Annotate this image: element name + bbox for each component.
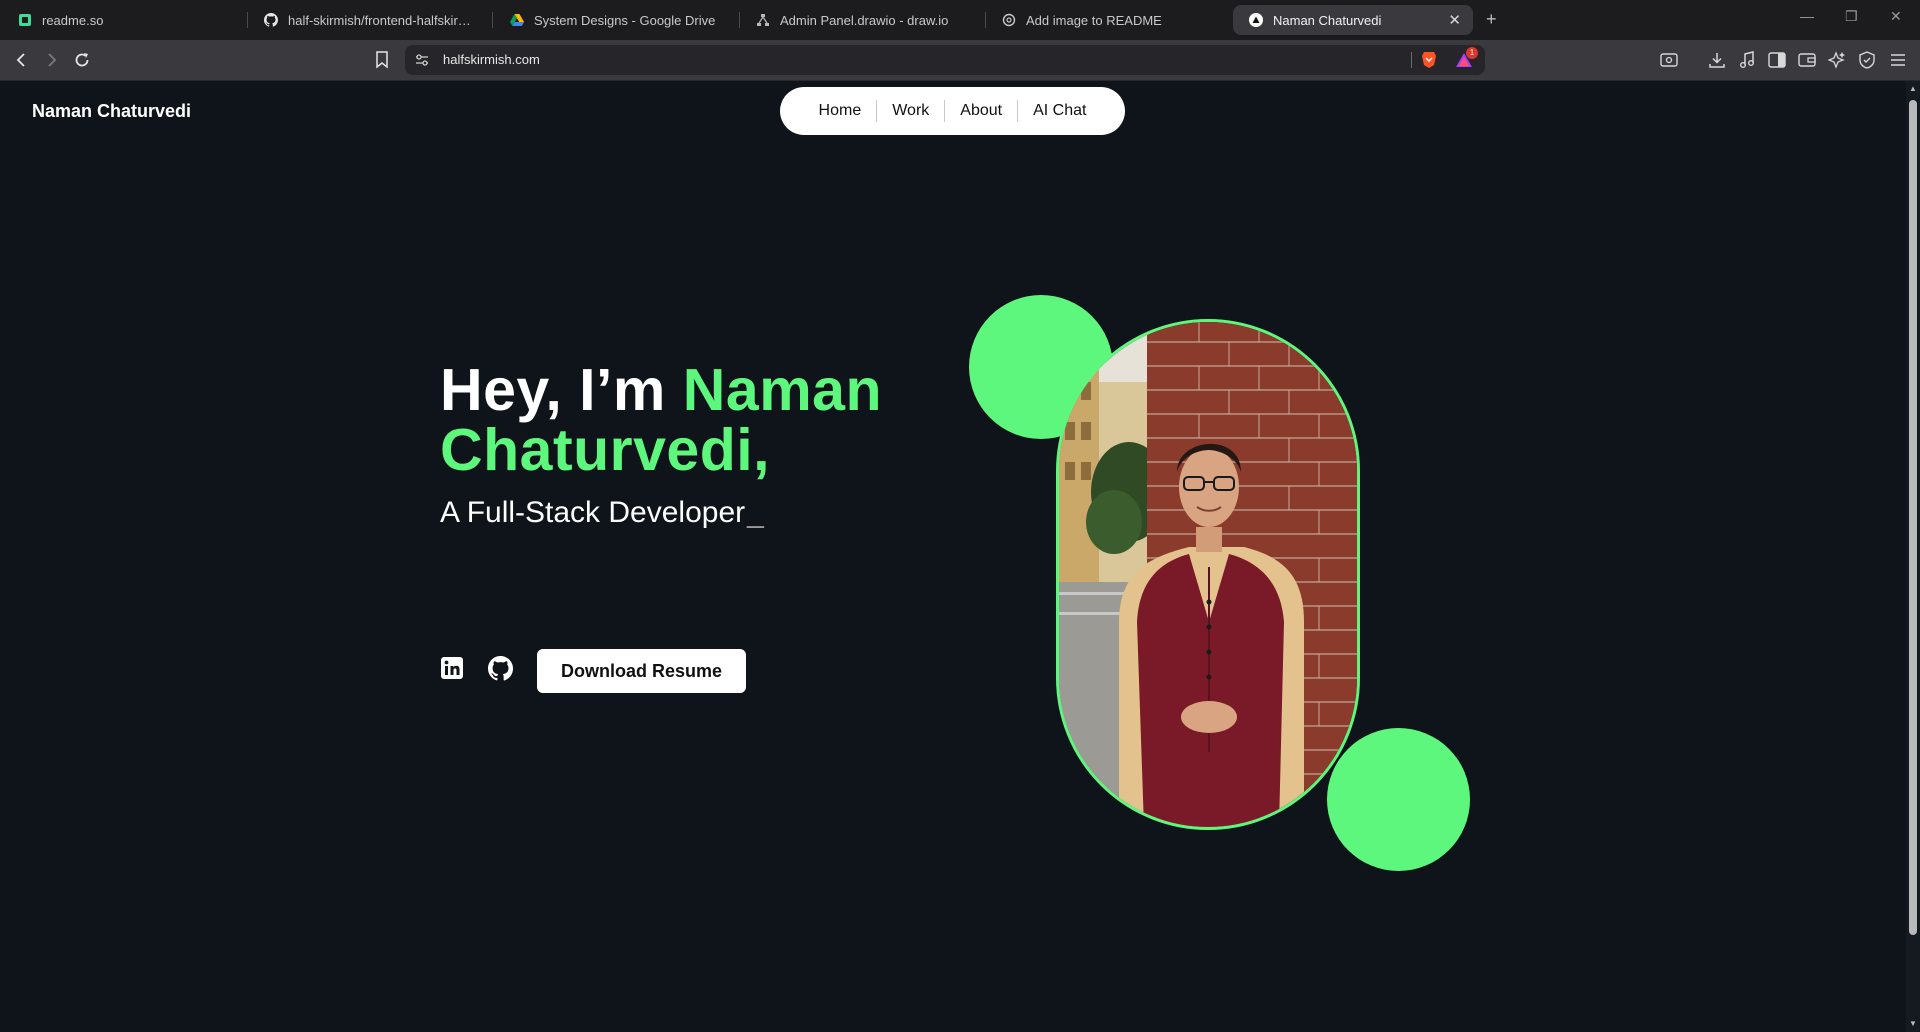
nav-ai-chat[interactable]: AI Chat (1018, 102, 1101, 120)
hero-heading: Hey, I’m Naman Chaturvedi, (440, 360, 1000, 480)
hero-greeting: Hey, I’m (440, 357, 683, 423)
hero-name-last: Chaturvedi, (440, 417, 771, 483)
tab-chatgpt[interactable]: Add image to README (986, 5, 1226, 35)
restore-window-icon[interactable]: ❐ (1845, 8, 1858, 25)
back-button[interactable] (10, 48, 34, 72)
site-brand[interactable]: Naman Chaturvedi (32, 101, 191, 122)
screenshot-icon[interactable] (1659, 50, 1679, 70)
download-icon[interactable] (1707, 50, 1727, 70)
google-drive-icon (510, 13, 524, 27)
wallet-icon[interactable] (1797, 50, 1817, 70)
reload-button[interactable] (70, 48, 94, 72)
tab-title: Naman Chaturvedi (1273, 12, 1382, 28)
tab-google-drive[interactable]: System Designs - Google Drive (494, 5, 734, 35)
leo-ai-icon[interactable] (1827, 50, 1847, 70)
typing-cursor: _ (747, 496, 764, 529)
github-icon[interactable] (488, 656, 514, 682)
page-scrollbar-thumb[interactable] (1909, 100, 1917, 935)
chatgpt-icon (1002, 13, 1016, 27)
tab-naman-chaturvedi[interactable]: Naman Chaturvedi ✕ (1233, 5, 1473, 35)
nav-about[interactable]: About (945, 102, 1017, 120)
tab-strip: readme.so half-skirmish/frontend-halfski… (0, 0, 1920, 40)
hero-subtitle: A Full-Stack Developer_ (440, 496, 764, 530)
decorative-circle-bottom (1327, 728, 1470, 871)
brave-shields-icon[interactable] (1421, 51, 1437, 74)
profile-photo (1056, 319, 1360, 830)
download-resume-button[interactable]: Download Resume (537, 649, 746, 693)
minimize-window-icon[interactable]: — (1800, 8, 1814, 24)
site-settings-icon[interactable] (415, 53, 429, 72)
address-divider (1411, 52, 1412, 68)
rewards-badge: 1 (1466, 47, 1478, 59)
address-bar[interactable]: halfskirmish.com 1 (405, 45, 1485, 75)
tab-title: System Designs - Google Drive (534, 12, 716, 28)
hero-name-first: Naman (682, 357, 883, 423)
tab-title: Add image to README (1026, 12, 1162, 28)
linkedin-icon[interactable] (440, 656, 466, 682)
tab-divider (492, 12, 493, 28)
tab-drawio[interactable]: Admin Panel.drawio - draw.io (740, 5, 980, 35)
vpn-shield-icon[interactable] (1857, 50, 1877, 70)
nav-work[interactable]: Work (877, 102, 944, 120)
nav-home[interactable]: Home (804, 102, 877, 120)
drawio-icon (756, 13, 770, 27)
tab-title: half-skirmish/frontend-halfskirmish-v1 (288, 12, 476, 28)
close-tab-icon[interactable]: ✕ (1448, 11, 1461, 29)
site-nav: Home Work About AI Chat (780, 87, 1125, 135)
tab-readme-so[interactable]: readme.so (2, 5, 242, 35)
browser-toolbar: halfskirmish.com 1 (0, 40, 1920, 81)
page-viewport: Naman Chaturvedi Home Work About AI Chat (0, 81, 1906, 1032)
scroll-up-arrow-icon[interactable]: ▲ (1908, 84, 1918, 93)
github-icon (264, 13, 278, 27)
close-window-icon[interactable]: ✕ (1890, 8, 1902, 25)
tab-github[interactable]: half-skirmish/frontend-halfskirmish-v1 (248, 5, 488, 35)
sidebar-icon[interactable] (1767, 50, 1787, 70)
arrow-right-icon (48, 53, 57, 67)
url-text[interactable]: halfskirmish.com (443, 52, 540, 67)
tab-title: readme.so (42, 12, 104, 28)
scroll-down-arrow-icon[interactable]: ▼ (1908, 1019, 1918, 1028)
arrow-left-icon (16, 53, 25, 67)
reload-icon (75, 53, 89, 67)
bookmark-button[interactable] (370, 48, 394, 72)
hero-role: A Full-Stack Developer (440, 496, 746, 529)
media-music-icon[interactable] (1737, 50, 1757, 70)
readme-so-icon (18, 13, 32, 27)
new-tab-button[interactable]: + (1486, 9, 1497, 30)
site-triangle-icon (1249, 13, 1263, 27)
bookmark-icon (376, 51, 388, 69)
menu-icon[interactable] (1888, 50, 1908, 70)
tab-title: Admin Panel.drawio - draw.io (780, 12, 949, 28)
forward-button[interactable] (39, 48, 63, 72)
profile-photo-illustration (1059, 322, 1357, 827)
